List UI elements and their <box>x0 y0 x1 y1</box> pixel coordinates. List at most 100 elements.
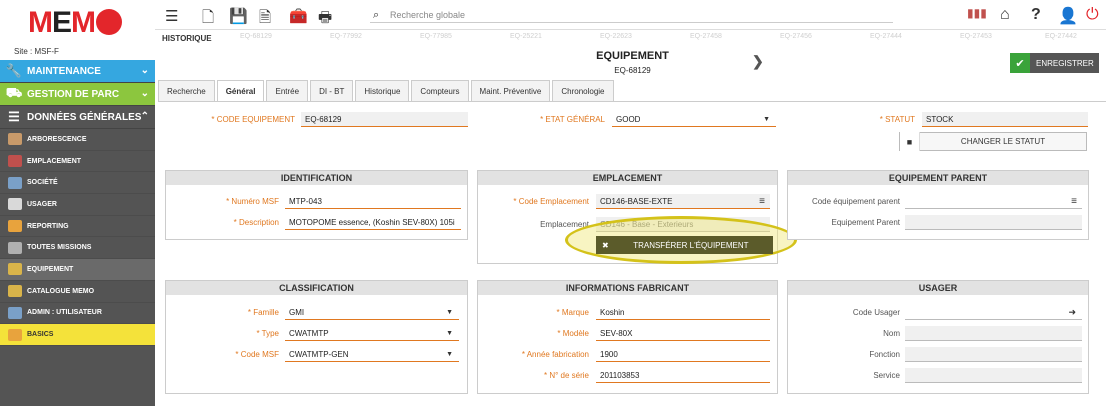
history-item[interactable]: EQ-27458 <box>690 33 722 40</box>
parent-field <box>905 215 1082 230</box>
new-document-icon[interactable]: 🗋 <box>202 7 214 32</box>
sidebar-item-label: REPORTING <box>27 222 69 230</box>
memo-logo[interactable]: MEM <box>28 6 123 40</box>
stats-icon[interactable]: ▮▮▮ <box>967 6 987 20</box>
sidebar-item-label: ADMIN : UTILISATEUR <box>27 309 102 317</box>
help-icon[interactable]: ? <box>1031 6 1041 24</box>
sidebar-item-arborescence[interactable]: ARBORESCENCE <box>0 129 155 151</box>
sidebar-item-toutes-missions[interactable]: TOUTES MISSIONS <box>0 237 155 260</box>
code-msf-select[interactable]: CWATMTP-GEN ▼ <box>285 347 459 362</box>
service-field <box>905 368 1082 383</box>
sidebar-item-label: BASICS <box>27 331 54 339</box>
statut-field[interactable]: STOCK <box>922 112 1088 127</box>
history-item[interactable]: EQ-77985 <box>420 33 452 40</box>
marque-field[interactable]: Koshin <box>596 305 770 320</box>
modele-field[interactable]: SEV-80X <box>596 326 770 341</box>
type-label: * Type <box>256 329 279 338</box>
sidebar-item-usager[interactable]: USAGER <box>0 194 155 216</box>
numero-msf-field[interactable]: MTP-043 <box>285 194 461 209</box>
gears-icon <box>8 285 22 298</box>
database-icon: ☰ <box>8 109 20 124</box>
sidebar-item-label: USAGER <box>27 200 57 208</box>
list-icon[interactable]: ≡ <box>1071 194 1077 208</box>
sidebar-section-maintenance[interactable]: 🔧 MAINTENANCE ⌄ <box>0 60 155 83</box>
sidebar-item-admin-utilisateur[interactable]: ADMIN : UTILISATEUR <box>0 303 155 325</box>
sidebar-item-societe[interactable]: SOCIÉTÉ <box>0 172 155 195</box>
sidebar-item-label: CATALOGUE MEMO <box>27 287 95 295</box>
check-icon: ✔ <box>1010 53 1030 73</box>
sidebar-section-donnees-generales[interactable]: ☰ DONNÉES GÉNÉRALES ⌃ <box>0 106 155 129</box>
sidebar-item-basics[interactable]: BASICS <box>0 324 155 346</box>
print-icon[interactable]: 🖶 <box>318 7 332 32</box>
sidebar-item-emplacement[interactable]: EMPLACEMENT <box>0 151 155 173</box>
sidebar-item-label: TOUTES MISSIONS <box>27 244 92 252</box>
save-button[interactable]: ✔ ENREGISTRER <box>1010 53 1099 73</box>
section-label: MAINTENANCE <box>27 65 101 77</box>
tab-di-bt[interactable]: DI - BT <box>310 80 354 101</box>
panel-title: INFORMATIONS FABRICANT <box>478 281 777 295</box>
code-equipement-field[interactable]: EQ-68129 <box>301 112 468 127</box>
tab-recherche[interactable]: Recherche <box>158 80 215 101</box>
toolbox-icon[interactable]: 🧰 <box>289 7 308 25</box>
serie-field[interactable]: 201103853 <box>596 368 770 383</box>
type-value: CWATMTP <box>289 329 329 338</box>
annee-field[interactable]: 1900 <box>596 347 770 362</box>
gears-icon <box>8 241 22 254</box>
caret-down-icon: ▼ <box>446 309 453 316</box>
tab-historique[interactable]: Historique <box>355 80 410 101</box>
next-arrow-icon[interactable]: ❯ <box>752 53 764 70</box>
code-usager-field[interactable]: ➜ <box>905 305 1082 320</box>
marque-label: * Marque <box>556 308 589 317</box>
tab-compteurs[interactable]: Compteurs <box>411 80 469 101</box>
history-item[interactable]: EQ-27442 <box>1045 33 1077 40</box>
cube-icon: ■ <box>900 132 920 151</box>
code-emplacement-field[interactable]: CD146-BASE-EXTE ≡ <box>596 194 770 209</box>
history-item[interactable]: EQ-27456 <box>780 33 812 40</box>
history-item[interactable]: EQ-27453 <box>960 33 992 40</box>
history-item[interactable]: EQ-77992 <box>330 33 362 40</box>
change-status-button[interactable]: ■ CHANGER LE STATUT <box>899 132 1087 151</box>
etat-general-select[interactable]: GOOD ▼ <box>612 112 776 127</box>
tab-general[interactable]: Général <box>216 80 265 101</box>
search-placeholder: Recherche globale <box>390 10 466 20</box>
document-icon[interactable]: 🗎 <box>259 7 271 32</box>
user-gear-icon <box>8 306 22 319</box>
description-field[interactable]: MOTOPOME essence, (Koshin SEV-80X) 105i <box>285 215 461 230</box>
panel-title: IDENTIFICATION <box>166 171 467 185</box>
tree-icon <box>8 133 22 146</box>
site-label: Site : MSF-F <box>14 47 59 56</box>
history-item[interactable]: EQ-27444 <box>870 33 902 40</box>
menu-icon[interactable]: ☰ <box>165 7 178 25</box>
history-item[interactable]: EQ-68129 <box>240 33 272 40</box>
id-card-icon <box>8 198 22 211</box>
statut-label: * STATUT <box>879 115 915 124</box>
tab-divider <box>158 101 1106 102</box>
famille-select[interactable]: GMI ▼ <box>285 305 459 320</box>
sidebar-item-equipement[interactable]: EQUIPEMENT <box>0 259 155 281</box>
chevron-down-icon: ⌄ <box>140 65 149 76</box>
list-icon[interactable]: ≡ <box>759 194 765 208</box>
history-item[interactable]: EQ-22623 <box>600 33 632 40</box>
code-parent-field[interactable]: ≡ <box>905 194 1082 209</box>
user-settings-icon[interactable]: 👤 <box>1058 6 1078 26</box>
home-icon[interactable]: ⌂ <box>1000 6 1010 24</box>
numero-msf-label: * Numéro MSF <box>226 197 279 206</box>
tab-chronologie[interactable]: Chronologie <box>552 80 614 101</box>
history-item[interactable]: EQ-25221 <box>510 33 542 40</box>
tab-maint-preventive[interactable]: Maint. Préventive <box>470 80 551 101</box>
transfer-equipment-button[interactable]: ✖ TRANSFÉRER L'ÉQUIPEMENT <box>596 236 773 254</box>
type-select[interactable]: CWATMTP ▼ <box>285 326 459 341</box>
code-usager-label: Code Usager <box>852 308 900 317</box>
sidebar-item-reporting[interactable]: REPORTING <box>0 216 155 238</box>
sidebar-item-catalogue-memo[interactable]: CATALOGUE MEMO <box>0 281 155 303</box>
tab-entree[interactable]: Entrée <box>266 80 309 101</box>
company-icon <box>8 176 22 189</box>
section-label: DONNÉES GÉNÉRALES <box>27 111 142 123</box>
search-input[interactable]: ⌕ Recherche globale <box>370 7 893 23</box>
power-icon[interactable]: ⏻ <box>1086 6 1099 24</box>
arrow-down-icon[interactable]: ➜ <box>1068 305 1076 319</box>
save-icon[interactable]: 💾 <box>229 7 248 25</box>
code-msf-label: * Code MSF <box>235 350 279 359</box>
caret-down-icon: ▼ <box>446 351 453 358</box>
sidebar-section-gestion-parc[interactable]: ⛟ GESTION DE PARC ⌄ <box>0 83 155 106</box>
